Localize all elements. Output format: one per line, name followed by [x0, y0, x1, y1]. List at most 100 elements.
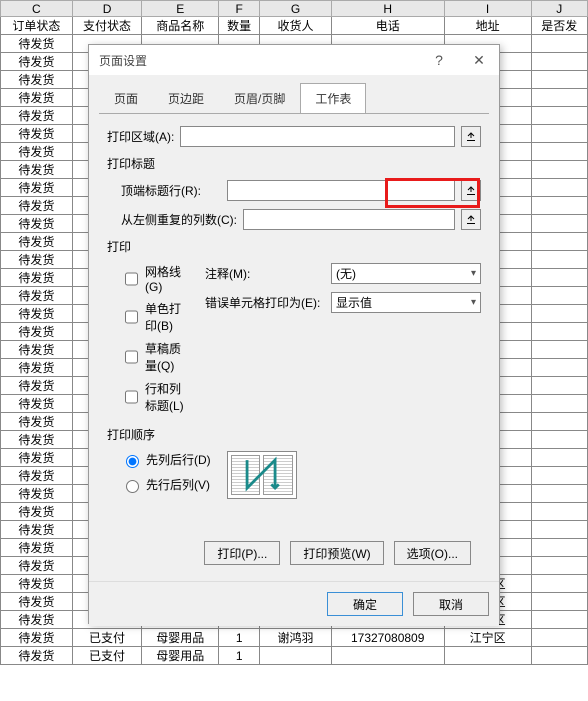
- column-header[interactable]: J: [531, 1, 587, 17]
- cell[interactable]: [531, 485, 587, 503]
- ok-button[interactable]: 确定: [327, 592, 403, 616]
- cell[interactable]: 已支付: [72, 629, 142, 647]
- draft-checkbox[interactable]: [125, 350, 138, 364]
- cell[interactable]: [531, 107, 587, 125]
- cell[interactable]: [331, 647, 444, 665]
- cell[interactable]: [531, 215, 587, 233]
- cell[interactable]: 待发货: [1, 485, 73, 503]
- cell[interactable]: 待发货: [1, 323, 73, 341]
- cell[interactable]: 1: [219, 647, 260, 665]
- cell[interactable]: [531, 593, 587, 611]
- cell[interactable]: [531, 611, 587, 629]
- cell[interactable]: 待发货: [1, 377, 73, 395]
- print-area-input[interactable]: [180, 126, 455, 147]
- tab-0[interactable]: 页面: [99, 83, 153, 114]
- cell[interactable]: [531, 431, 587, 449]
- cell[interactable]: 待发货: [1, 179, 73, 197]
- cell[interactable]: 待发货: [1, 611, 73, 629]
- cell[interactable]: [531, 71, 587, 89]
- top-rows-collapse-button[interactable]: [461, 180, 481, 201]
- cell[interactable]: 待发货: [1, 503, 73, 521]
- cell[interactable]: 待发货: [1, 467, 73, 485]
- header-cell[interactable]: 订单状态: [1, 17, 73, 35]
- cell[interactable]: 17327080809: [331, 629, 444, 647]
- tab-2[interactable]: 页眉/页脚: [219, 83, 300, 114]
- cell[interactable]: [531, 557, 587, 575]
- cell[interactable]: 待发货: [1, 53, 73, 71]
- cell[interactable]: 待发货: [1, 71, 73, 89]
- cell[interactable]: 母婴用品: [142, 647, 219, 665]
- cell[interactable]: 待发货: [1, 125, 73, 143]
- cell[interactable]: [531, 323, 587, 341]
- tab-3[interactable]: 工作表: [300, 83, 366, 114]
- cell[interactable]: [444, 647, 531, 665]
- down-over-radio[interactable]: [126, 455, 139, 468]
- preview-button[interactable]: 打印预览(W): [290, 541, 383, 565]
- cell[interactable]: 待发货: [1, 359, 73, 377]
- cancel-button[interactable]: 取消: [413, 592, 489, 616]
- cell[interactable]: [531, 503, 587, 521]
- cell[interactable]: [531, 575, 587, 593]
- column-header[interactable]: E: [142, 1, 219, 17]
- cell[interactable]: [531, 413, 587, 431]
- cell[interactable]: 待发货: [1, 539, 73, 557]
- cell[interactable]: 待发货: [1, 35, 73, 53]
- cell[interactable]: [531, 197, 587, 215]
- cell[interactable]: 待发货: [1, 395, 73, 413]
- cell[interactable]: 待发货: [1, 413, 73, 431]
- cell[interactable]: [531, 251, 587, 269]
- left-cols-collapse-button[interactable]: [461, 209, 481, 230]
- header-cell[interactable]: 支付状态: [72, 17, 142, 35]
- column-header[interactable]: H: [331, 1, 444, 17]
- cell[interactable]: 待发货: [1, 269, 73, 287]
- cell[interactable]: [531, 449, 587, 467]
- cell[interactable]: 谢鸿羽: [260, 629, 332, 647]
- comments-combo[interactable]: (无) ▾: [331, 263, 481, 284]
- cell[interactable]: 1: [219, 629, 260, 647]
- cell[interactable]: [531, 341, 587, 359]
- collapse-range-button[interactable]: [461, 126, 481, 147]
- cell[interactable]: 待发货: [1, 215, 73, 233]
- cell[interactable]: [531, 539, 587, 557]
- cell[interactable]: 待发货: [1, 305, 73, 323]
- header-cell[interactable]: 收货人: [260, 17, 332, 35]
- header-cell[interactable]: 电话: [331, 17, 444, 35]
- over-down-radio[interactable]: [126, 480, 139, 493]
- cell[interactable]: 待发货: [1, 431, 73, 449]
- column-header[interactable]: I: [444, 1, 531, 17]
- cell[interactable]: 待发货: [1, 161, 73, 179]
- column-header[interactable]: F: [219, 1, 260, 17]
- cell[interactable]: [531, 377, 587, 395]
- cell[interactable]: 待发货: [1, 341, 73, 359]
- cell[interactable]: 母婴用品: [142, 629, 219, 647]
- cell[interactable]: 待发货: [1, 107, 73, 125]
- cell[interactable]: 待发货: [1, 647, 73, 665]
- cell[interactable]: 江宁区: [444, 629, 531, 647]
- print-button[interactable]: 打印(P)...: [204, 541, 280, 565]
- cell[interactable]: 已支付: [72, 647, 142, 665]
- cell[interactable]: [531, 179, 587, 197]
- header-cell[interactable]: 数量: [219, 17, 260, 35]
- cell[interactable]: 待发货: [1, 557, 73, 575]
- rowcol-checkbox[interactable]: [125, 390, 138, 404]
- cell[interactable]: 待发货: [1, 233, 73, 251]
- cell[interactable]: [531, 467, 587, 485]
- cell[interactable]: 待发货: [1, 89, 73, 107]
- help-button[interactable]: ?: [419, 45, 459, 75]
- cell[interactable]: [531, 269, 587, 287]
- cell[interactable]: 待发货: [1, 449, 73, 467]
- cell[interactable]: [531, 35, 587, 53]
- cell[interactable]: [531, 395, 587, 413]
- cell[interactable]: [531, 647, 587, 665]
- cell[interactable]: 待发货: [1, 593, 73, 611]
- bw-checkbox[interactable]: [125, 310, 138, 324]
- cell[interactable]: [531, 161, 587, 179]
- cell[interactable]: 待发货: [1, 251, 73, 269]
- close-button[interactable]: ✕: [459, 45, 499, 75]
- top-rows-input[interactable]: [227, 180, 455, 201]
- cell[interactable]: 待发货: [1, 521, 73, 539]
- cell[interactable]: [531, 89, 587, 107]
- cell[interactable]: [531, 233, 587, 251]
- cell[interactable]: 待发货: [1, 197, 73, 215]
- cell[interactable]: [531, 359, 587, 377]
